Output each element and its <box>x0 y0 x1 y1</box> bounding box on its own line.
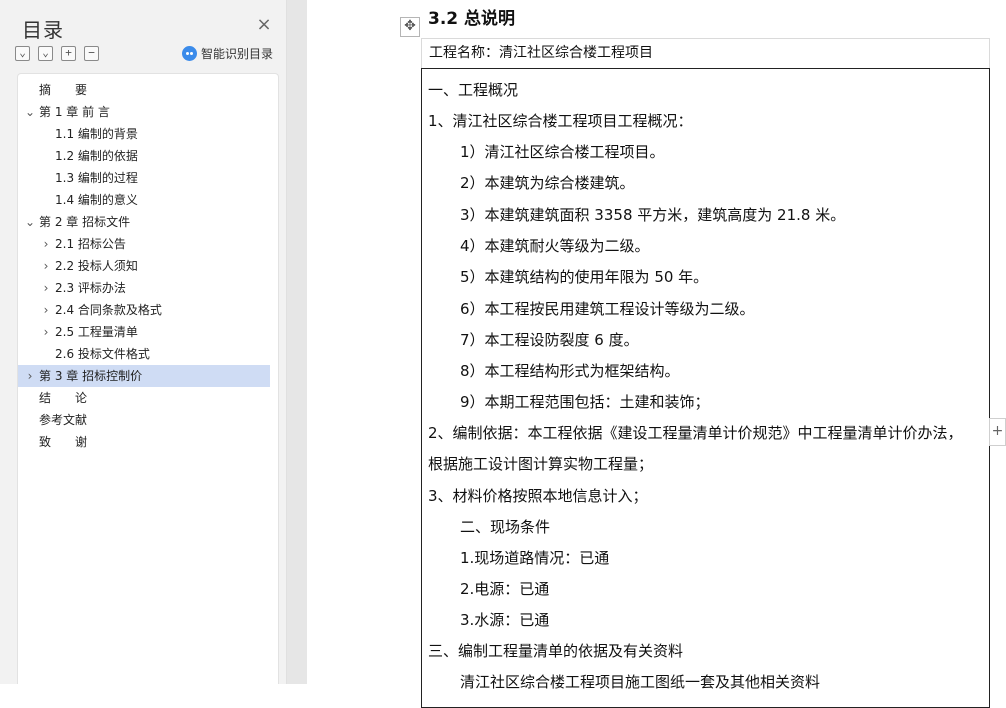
outline-item-label: 参考文献 <box>39 413 88 427</box>
outline-item[interactable]: › 2.2 投标人须知 <box>18 255 270 277</box>
outline-item[interactable]: ⌄ 第 2 章 招标文件 <box>18 211 270 233</box>
outline-item[interactable]: › 第 3 章 招标控制价 <box>18 365 270 387</box>
outline-item[interactable]: 2.6 投标文件格式 <box>18 343 270 365</box>
document-line: 3）本建筑建筑面积 3358 平方米，建筑高度为 21.8 米。 <box>460 206 846 224</box>
document-line: 清江社区综合楼工程项目施工图纸一套及其他相关资料 <box>460 673 821 691</box>
outline-item[interactable]: 1.4 编制的意义 <box>18 189 270 211</box>
outline-item-label: 2.2 投标人须知 <box>55 259 138 273</box>
project-name-cell[interactable]: 工程名称：清江社区综合楼工程项目 <box>421 38 990 68</box>
outline-item[interactable]: › 2.1 招标公告 <box>18 233 270 255</box>
outline-panel: 摘 要 ⌄ 第 1 章 前 言 1.1 编制的背景 1.2 编制的依据 1.3 编制的过程… <box>17 73 279 684</box>
description-table-cell[interactable]: 一、工程概况 1、清江社区综合楼工程项目工程概况： 1）清江社区综合楼工程项目。 2）… <box>421 68 990 708</box>
document-line: 4）本建筑耐火等级为二级。 <box>460 237 650 255</box>
document-line: 3.水源：已通 <box>460 611 550 629</box>
document-line: 二、现场条件 <box>460 518 551 536</box>
sidebar-title: 目录 <box>22 18 64 42</box>
outline-item[interactable]: › 2.4 合同条款及格式 <box>18 299 270 321</box>
outline-item[interactable]: 摘 要 <box>18 79 270 101</box>
page-gutter <box>287 0 307 684</box>
outline-item-label: 第 2 章 招标文件 <box>39 215 131 229</box>
document-line: 根据施工设计图计算实物工程量； <box>428 455 654 473</box>
document-line: 2、编制依据：本工程依据《建设工程量清单计价规范》中工程量清单计价办法， <box>428 424 963 442</box>
chevron-right-icon[interactable]: › <box>39 321 53 343</box>
document-line: 6）本工程按民用建筑工程设计等级为二级。 <box>460 300 755 318</box>
smart-toc-icon <box>182 46 197 61</box>
outline-item-label: 2.6 投标文件格式 <box>55 347 150 361</box>
outline-item-label: 1.4 编制的意义 <box>55 193 138 207</box>
add-level-icon[interactable]: + <box>61 46 76 61</box>
outline-item-label: 第 1 章 前 言 <box>39 105 110 119</box>
outline-item[interactable]: 1.1 编制的背景 <box>18 123 270 145</box>
document-line: 3、材料价格按照本地信息计入； <box>428 487 648 505</box>
outline-item[interactable]: 参考文献 <box>18 409 270 431</box>
outline-item[interactable]: 1.2 编制的依据 <box>18 145 270 167</box>
document-line: 9）本期工程范围包括：土建和装饰； <box>460 393 710 411</box>
chevron-right-icon[interactable]: › <box>23 365 37 387</box>
document-line: 三、编制工程量清单的依据及有关资料 <box>428 642 684 660</box>
outline-item-label: 1.3 编制的过程 <box>55 171 138 185</box>
smart-toc-label: 智能识别目录 <box>201 47 274 61</box>
chevron-right-icon[interactable]: › <box>39 255 53 277</box>
outline-item-label: 2.1 招标公告 <box>55 237 126 251</box>
outline-item-label: 2.4 合同条款及格式 <box>55 303 162 317</box>
collapse-all-icon[interactable]: ⌄ <box>15 46 30 61</box>
outline-list: 摘 要 ⌄ 第 1 章 前 言 1.1 编制的背景 1.2 编制的依据 1.3 编制的过程… <box>18 79 278 453</box>
outline-item-label: 2.3 评标办法 <box>55 281 126 295</box>
outline-item[interactable]: 结 论 <box>18 387 270 409</box>
smart-toc-button[interactable]: 智能识别目录 <box>182 45 273 62</box>
close-icon[interactable]: × <box>255 16 273 35</box>
chevron-right-icon[interactable]: › <box>39 277 53 299</box>
outline-item[interactable]: 致 谢 <box>18 431 270 453</box>
outline-toolbar: ⌄ ⌄ + − <box>15 46 99 61</box>
expand-all-icon[interactable]: ⌄ <box>38 46 53 61</box>
outline-item-label: 第 3 章 招标控制价 <box>39 369 143 383</box>
outline-item[interactable]: 1.3 编制的过程 <box>18 167 270 189</box>
section-heading: 3.2 总说明 <box>428 9 516 29</box>
outline-item-label: 1.2 编制的依据 <box>55 149 138 163</box>
document-line: 2）本建筑为综合楼建筑。 <box>460 174 635 192</box>
outline-item[interactable]: › 2.5 工程量清单 <box>18 321 270 343</box>
document-line: 1）清江社区综合楼工程项目。 <box>460 143 665 161</box>
outline-item-label: 1.1 编制的背景 <box>55 127 138 141</box>
outline-item-label: 2.5 工程量清单 <box>55 325 138 339</box>
outline-item-label: 摘 要 <box>39 83 88 97</box>
chevron-right-icon[interactable]: › <box>39 299 53 321</box>
remove-level-icon[interactable]: − <box>84 46 99 61</box>
chevron-down-icon[interactable]: ⌄ <box>23 211 37 233</box>
document-line: 1、清江社区综合楼工程项目工程概况： <box>428 112 693 130</box>
chevron-down-icon[interactable]: ⌄ <box>23 101 37 123</box>
document-line: 2.电源：已通 <box>460 580 550 598</box>
outline-item[interactable]: ⌄ 第 1 章 前 言 <box>18 101 270 123</box>
document-line: 7）本工程设防裂度 6 度。 <box>460 331 639 349</box>
document-line: 8）本工程结构形式为框架结构。 <box>460 362 680 380</box>
document-line: 一、工程概况 <box>428 81 519 99</box>
add-column-icon[interactable]: + <box>989 418 1006 446</box>
chevron-right-icon[interactable]: › <box>39 233 53 255</box>
move-handle-icon[interactable]: ✥ <box>400 17 420 37</box>
outline-item-label: 结 论 <box>39 391 88 405</box>
document-line: 5）本建筑结构的使用年限为 50 年。 <box>460 268 709 286</box>
outline-item-label: 致 谢 <box>39 435 88 449</box>
document-line: 1.现场道路情况：已通 <box>460 549 610 567</box>
outline-sidebar: 目录 × ⌄ ⌄ + − 智能识别目录 摘 要 ⌄ 第 1 章 前 言 1.1 编制的… <box>0 0 287 684</box>
outline-item[interactable]: › 2.3 评标办法 <box>18 277 270 299</box>
